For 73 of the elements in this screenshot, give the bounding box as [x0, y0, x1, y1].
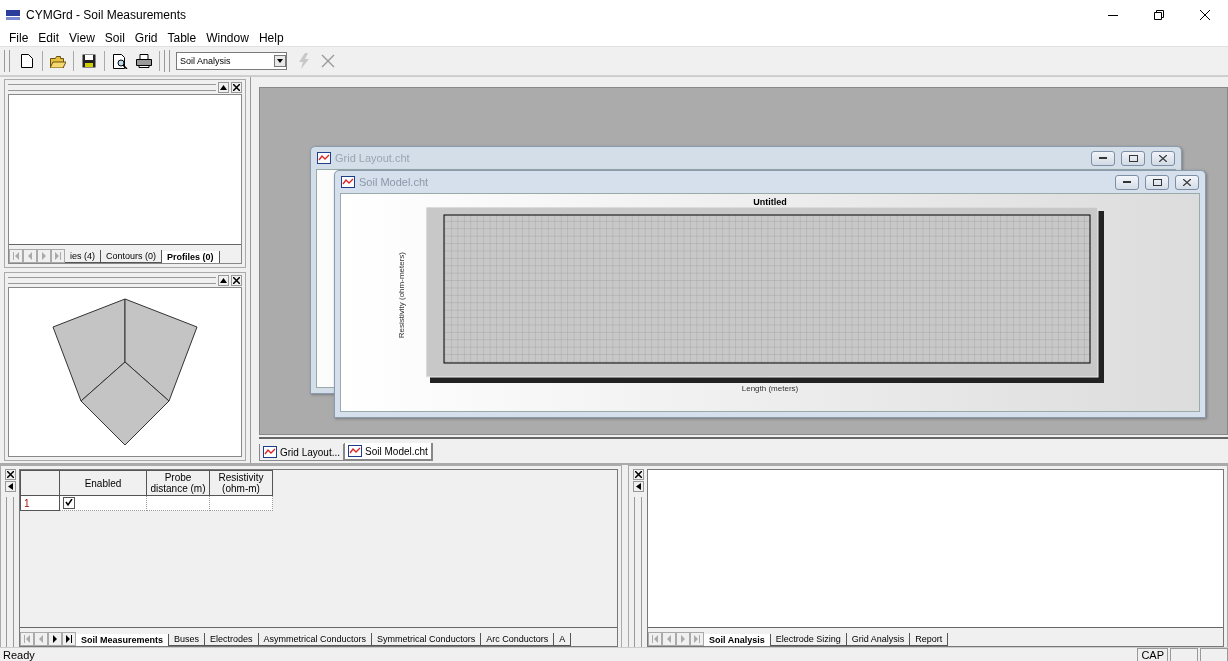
restore-icon [1154, 10, 1164, 20]
menu-item[interactable]: File [4, 31, 34, 45]
restore-button[interactable] [1121, 150, 1145, 166]
menu-item[interactable]: Edit [33, 31, 65, 45]
minimize-icon [1099, 157, 1107, 159]
sheet-tab[interactable]: Symmetrical Conductors [372, 633, 482, 646]
sheet-tab[interactable]: Report [910, 633, 949, 646]
sheet-tab[interactable]: Arc Conductors [481, 633, 555, 646]
menu-item[interactable]: Help [253, 31, 289, 45]
sheet-tab[interactable]: ies (4) [65, 250, 101, 263]
menu-item[interactable]: Soil [99, 31, 130, 45]
close-button[interactable] [1175, 174, 1199, 190]
sheet-tab[interactable]: Profiles (0) [162, 251, 220, 263]
close-icon [1200, 10, 1210, 20]
last-page-icon[interactable] [62, 632, 76, 646]
minimize-button[interactable] [1091, 150, 1115, 166]
sheet-tab[interactable]: A [554, 633, 572, 646]
chart-icon [341, 176, 355, 188]
grip-bar[interactable] [634, 497, 642, 647]
document-tab[interactable]: Soil Model.cht [344, 443, 433, 461]
pin-icon[interactable] [218, 274, 229, 286]
x-axis-label: Length (meters) [741, 384, 799, 393]
collapse-icon[interactable] [4, 481, 16, 492]
minimize-icon [1108, 14, 1118, 16]
minimize-icon [1123, 181, 1131, 183]
menu-item[interactable]: Window [201, 31, 254, 45]
sheet-tab[interactable]: Electrode Sizing [770, 633, 847, 646]
maximize-icon [1128, 154, 1138, 162]
pin-icon[interactable] [218, 81, 229, 93]
sheet-tab[interactable]: Buses [169, 633, 206, 646]
close-icon[interactable] [4, 469, 16, 480]
restore-button[interactable] [1145, 174, 1169, 190]
minimize-button[interactable] [1115, 174, 1139, 190]
status-indicator: CAP [1137, 647, 1168, 661]
analysis-dropdown[interactable]: Soil Analysis [176, 52, 287, 70]
status-pane [1200, 647, 1228, 661]
table-corner [20, 470, 60, 496]
menu-item[interactable]: Table [162, 31, 202, 45]
window-title: CYMGrd - Soil Measurements [26, 8, 188, 22]
document-tab[interactable]: Grid Layout... [259, 444, 345, 461]
grip-bar[interactable] [6, 497, 14, 647]
window-title: Grid Layout.cht [335, 152, 411, 164]
sheet-tab[interactable]: Grid Analysis [846, 633, 911, 646]
close-icon [1183, 178, 1191, 186]
column-header: Resistivity (ohm-m) [209, 470, 273, 496]
grip-bar[interactable] [8, 83, 216, 91]
window-title: Soil Model.cht [359, 176, 430, 188]
sheet-tab[interactable]: Electrodes [205, 633, 259, 646]
column-header: Probe distance (m) [146, 470, 210, 496]
chart-title: Untitled [753, 197, 787, 207]
maximize-icon [1152, 178, 1162, 186]
chart-icon [348, 445, 363, 457]
status-text: Ready [3, 648, 36, 661]
grip-bar[interactable] [8, 276, 216, 284]
close-icon[interactable] [231, 274, 242, 286]
y-axis-label: Resistivity (ohm-meters) [397, 251, 406, 339]
sheet-tab[interactable]: Soil Analysis [704, 634, 771, 646]
menu-item[interactable]: View [64, 31, 100, 45]
collapse-icon[interactable] [632, 481, 644, 492]
next-page-icon[interactable] [48, 632, 62, 646]
menu-item[interactable]: Grid [129, 31, 163, 45]
close-icon[interactable] [632, 469, 644, 480]
sheet-tab[interactable]: Asymmetrical Conductors [258, 633, 373, 646]
column-header: Enabled [59, 470, 147, 496]
close-icon[interactable] [231, 81, 242, 93]
sheet-tab[interactable]: Soil Measurements [76, 634, 170, 646]
app-icon [6, 10, 20, 20]
chart-icon [263, 446, 277, 458]
close-icon [1159, 154, 1167, 162]
enabled-checkbox[interactable] [63, 497, 75, 509]
close-button[interactable] [1151, 150, 1175, 166]
chart-icon [317, 152, 331, 164]
status-pane [1170, 647, 1198, 661]
